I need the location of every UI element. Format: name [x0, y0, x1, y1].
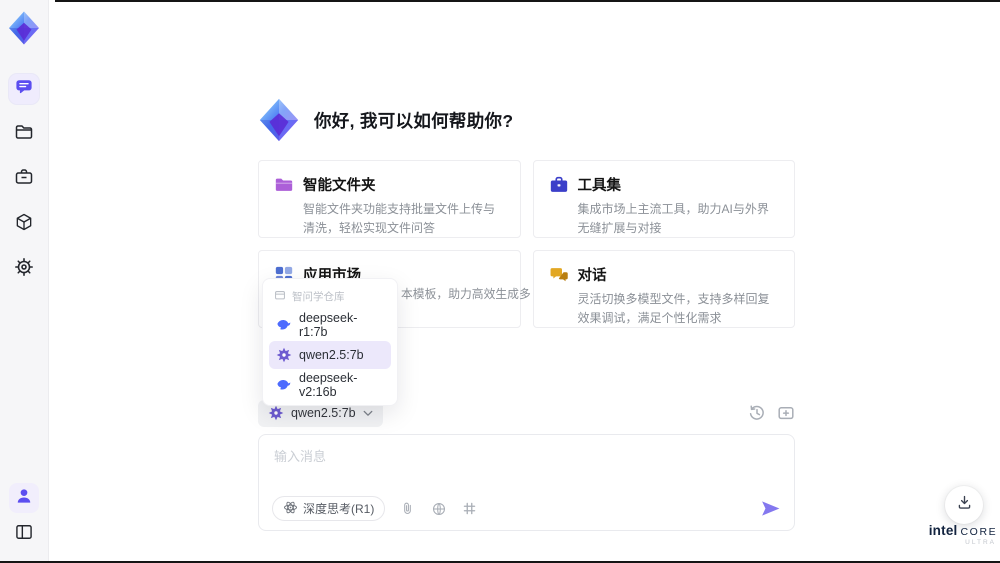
core-product-text: CORE	[960, 526, 998, 538]
model-option-deepseek-r1[interactable]: deepseek-r1:7b	[269, 311, 391, 339]
selected-model-label: qwen2.5:7b	[291, 406, 356, 420]
card-description: 集成市场上主流工具，助力AI与外界无缝扩展与对接	[577, 202, 769, 235]
cube-icon	[14, 212, 34, 237]
model-dropdown: 智问学仓库 deepseek-r1:7b qwen2.5:7b deepseek…	[262, 278, 398, 406]
qwen-icon	[268, 405, 284, 421]
send-icon[interactable]	[760, 498, 781, 519]
user-icon	[14, 486, 34, 511]
card-title: 智能文件夹	[303, 178, 376, 194]
toolset-icon	[549, 175, 569, 195]
card-title: 对话	[577, 268, 607, 284]
ultra-tier-text: ULTRA	[965, 539, 996, 546]
repo-box-icon	[274, 289, 286, 304]
card-description: 智能文件夹功能支持批量文件上传与清洗，轻松实现文件问答	[303, 202, 496, 235]
sidebar-item-account[interactable]	[9, 483, 39, 513]
chevron-down-icon	[363, 406, 373, 420]
qwen-icon	[276, 347, 292, 363]
hash-icon[interactable]	[462, 501, 478, 517]
intel-brand-text: intel	[928, 523, 958, 538]
page-title: 你好, 我可以如何帮助你?	[314, 110, 514, 131]
deepseek-icon	[276, 317, 292, 333]
attachment-icon[interactable]	[400, 501, 416, 517]
model-option-label: deepseek-r1:7b	[299, 311, 358, 339]
model-option-deepseek-v2[interactable]: deepseek-v2:16b	[269, 371, 391, 399]
sidebar	[0, 0, 49, 563]
model-option-qwen[interactable]: qwen2.5:7b	[269, 341, 391, 369]
gear-icon	[14, 257, 34, 282]
sidebar-item-toolbox[interactable]	[9, 164, 39, 194]
model-group-label: 智问学仓库	[292, 291, 345, 303]
atom-icon	[283, 500, 298, 518]
greeting-header: 你好, 我可以如何帮助你?	[256, 97, 513, 143]
card-dialog[interactable]: 对话 灵活切换多模型文件，支持多样回复效果调试，满足个性化需求	[532, 250, 795, 328]
globe-icon[interactable]	[431, 501, 447, 517]
sidebar-nav	[9, 74, 39, 284]
sidebar-bottom	[9, 483, 39, 549]
sidebar-item-models[interactable]	[9, 209, 39, 239]
model-option-label: deepseek-v2:16b	[299, 371, 358, 399]
model-option-label: qwen2.5:7b	[299, 348, 364, 362]
folder-icon	[14, 122, 34, 147]
download-icon	[956, 494, 973, 516]
intel-core-badge: intel CORE ULTRA	[922, 523, 1000, 546]
deep-think-label: 深度思考(R1)	[303, 502, 375, 516]
panel-icon	[14, 522, 34, 547]
card-toolset[interactable]: 工具集 集成市场上主流工具，助力AI与外界无缝扩展与对接	[532, 160, 795, 238]
dialog-icon	[549, 265, 569, 285]
sidebar-item-settings[interactable]	[9, 254, 39, 284]
sidebar-item-panel-toggle[interactable]	[9, 519, 39, 549]
sidebar-item-folders[interactable]	[9, 119, 39, 149]
greeting-logo-icon	[256, 97, 302, 143]
message-input[interactable]	[274, 446, 779, 488]
chat-bubble-icon	[14, 77, 34, 102]
briefcase-icon	[14, 167, 34, 192]
smart-folder-icon	[274, 175, 294, 195]
download-button[interactable]	[945, 486, 983, 524]
card-description: 灵活切换多模型文件，支持多样回复效果调试，满足个性化需求	[577, 292, 770, 325]
deep-think-toggle[interactable]: 深度思考(R1)	[272, 496, 386, 521]
deepseek-icon	[276, 377, 292, 393]
history-icon[interactable]	[748, 404, 766, 422]
message-composer: 深度思考(R1)	[258, 434, 795, 531]
composer-toolbar: 深度思考(R1)	[272, 496, 781, 521]
model-dropdown-group: 智问学仓库	[269, 285, 391, 311]
card-smart-folder[interactable]: 智能文件夹 智能文件夹功能支持批量文件上传与清洗，轻松实现文件问答	[258, 160, 521, 238]
window-top-border	[55, 0, 1000, 2]
new-chat-icon[interactable]	[777, 404, 795, 422]
app-logo-icon	[6, 10, 42, 46]
sidebar-item-chat[interactable]	[9, 74, 39, 104]
card-description-partial: 本模板，助力高效生成多	[401, 287, 531, 301]
card-title: 工具集	[577, 178, 622, 194]
